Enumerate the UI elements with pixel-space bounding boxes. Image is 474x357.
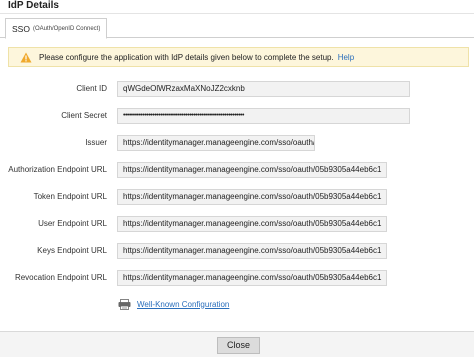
revocation-endpoint-row: Revocation Endpoint URL https://identity… <box>0 270 474 286</box>
token-endpoint-row: Token Endpoint URL https://identitymanag… <box>0 189 474 205</box>
well-known-config-link[interactable]: Well-Known Configuration <box>137 300 229 309</box>
tab-sso[interactable]: SSO (OAuth/OpenID Connect) <box>5 18 108 39</box>
issuer-field[interactable]: https://identitymanager.manageengine.com… <box>117 135 315 151</box>
alert-message: Please configure the application with Id… <box>39 52 334 62</box>
token-endpoint-label: Token Endpoint URL <box>33 192 107 201</box>
dialog-footer: Close <box>0 331 474 357</box>
client-secret-field[interactable]: ••••••••••••••••••••••••••••••••••••••••… <box>117 108 410 124</box>
user-endpoint-field[interactable]: https://identitymanager.manageengine.com… <box>117 216 387 232</box>
keys-endpoint-label: Keys Endpoint URL <box>37 246 107 255</box>
warning-icon <box>20 52 32 63</box>
close-button[interactable]: Close <box>217 337 260 354</box>
authorization-endpoint-label: Authorization Endpoint URL <box>8 165 107 174</box>
keys-endpoint-field[interactable]: https://identitymanager.manageengine.com… <box>117 243 387 259</box>
revocation-endpoint-label: Revocation Endpoint URL <box>14 273 107 282</box>
user-endpoint-label: User Endpoint URL <box>38 219 107 228</box>
issuer-row: Issuer https://identitymanager.manageeng… <box>0 135 474 151</box>
client-secret-label: Client Secret <box>61 111 107 120</box>
dialog-title: IdP Details <box>8 0 59 11</box>
help-link[interactable]: Help <box>338 53 354 62</box>
client-id-row: Client ID qWGdeOlWRzaxMaXNoJZ2cxknb <box>0 81 474 97</box>
tab-bar: SSO (OAuth/OpenID Connect) <box>0 16 474 39</box>
revocation-endpoint-field[interactable]: https://identitymanager.manageengine.com… <box>117 270 387 286</box>
setup-alert: Please configure the application with Id… <box>8 47 469 67</box>
token-endpoint-field[interactable]: https://identitymanager.manageengine.com… <box>117 189 387 205</box>
authorization-endpoint-row: Authorization Endpoint URL https://ident… <box>0 162 474 178</box>
client-secret-row: Client Secret ••••••••••••••••••••••••••… <box>0 108 474 124</box>
tab-sso-label: SSO <box>12 23 30 34</box>
authorization-endpoint-field[interactable]: https://identitymanager.manageengine.com… <box>117 162 387 178</box>
config-icon <box>118 298 131 310</box>
tab-sso-sublabel: (OAuth/OpenID Connect) <box>32 25 101 32</box>
well-known-config: Well-Known Configuration <box>118 298 229 310</box>
user-endpoint-row: User Endpoint URL https://identitymanage… <box>0 216 474 232</box>
keys-endpoint-row: Keys Endpoint URL https://identitymanage… <box>0 243 474 259</box>
client-id-field[interactable]: qWGdeOlWRzaxMaXNoJZ2cxknb <box>117 81 410 97</box>
dialog-titlebar: IdP Details <box>0 0 474 14</box>
client-id-label: Client ID <box>76 84 107 93</box>
issuer-label: Issuer <box>85 138 107 147</box>
